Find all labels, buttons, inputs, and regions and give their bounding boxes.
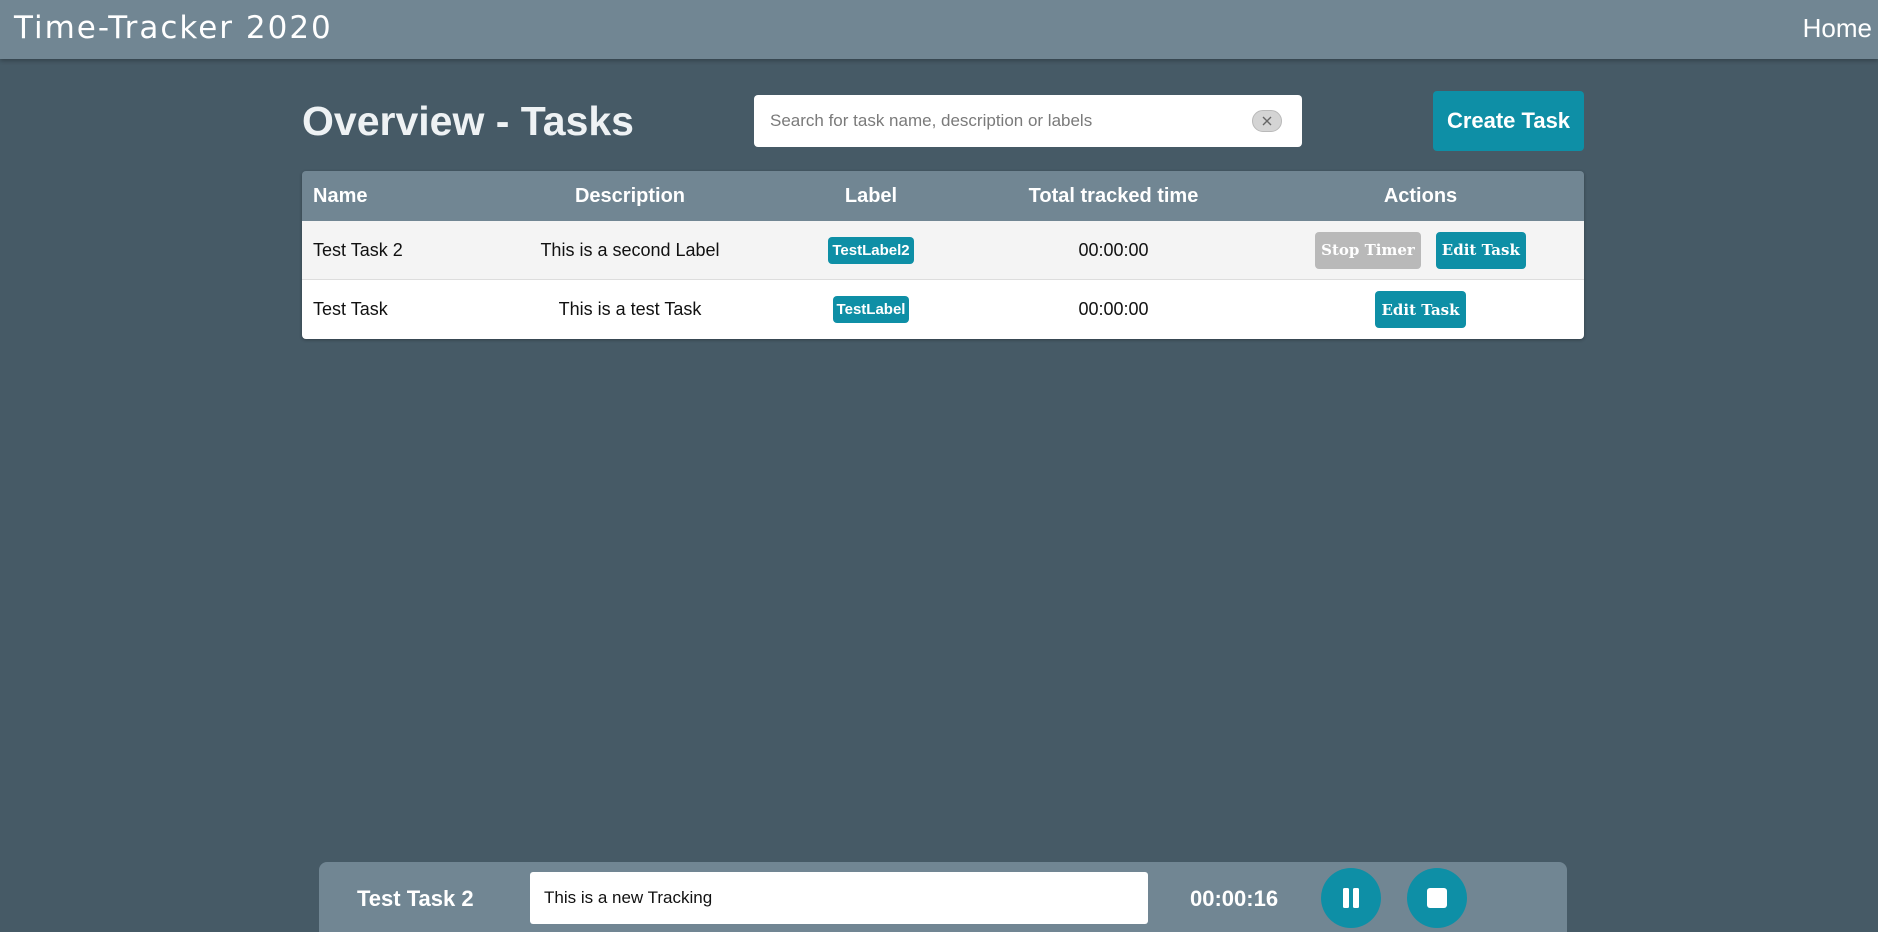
table-row: Test Task This is a test Task TestLabel … bbox=[302, 280, 1584, 339]
search-input[interactable] bbox=[768, 95, 1238, 147]
app-title[interactable]: Time-Tracker 2020 bbox=[14, 8, 333, 48]
stop-timer-button[interactable]: Stop Timer bbox=[1315, 231, 1421, 269]
page-title: Overview - Tasks bbox=[302, 98, 634, 144]
task-description: This is a test Task bbox=[558, 299, 702, 319]
pause-button[interactable] bbox=[1321, 868, 1381, 928]
label-cell: TestLabel bbox=[772, 296, 970, 323]
task-name: Test Task 2 bbox=[313, 239, 403, 260]
nav-home-link[interactable]: Home bbox=[1803, 10, 1872, 46]
top-navbar: Time-Tracker 2020 Home bbox=[0, 0, 1878, 59]
task-description: This is a second Label bbox=[540, 239, 720, 260]
stop-icon bbox=[1427, 888, 1447, 908]
search-box bbox=[754, 95, 1302, 147]
table-header: Name Description Label Total tracked tim… bbox=[302, 171, 1584, 221]
column-header-name: Name bbox=[313, 184, 368, 207]
stop-button[interactable] bbox=[1407, 868, 1467, 928]
actions-cell: Stop Timer Edit Task bbox=[1257, 231, 1584, 269]
edit-task-button[interactable]: Edit Task bbox=[1435, 231, 1526, 269]
task-name: Test Task bbox=[313, 299, 388, 319]
task-table: Name Description Label Total tracked tim… bbox=[302, 171, 1584, 339]
close-icon bbox=[1262, 116, 1272, 126]
label-badge[interactable]: TestLabel2 bbox=[828, 236, 914, 264]
clear-search-button[interactable] bbox=[1252, 110, 1282, 132]
actions-cell: Edit Task bbox=[1257, 291, 1584, 328]
tracking-description-input[interactable] bbox=[530, 872, 1148, 924]
task-total-time: 00:00:00 bbox=[1078, 239, 1149, 260]
column-header-description: Description bbox=[574, 184, 686, 207]
column-header-total-time: Total tracked time bbox=[1028, 184, 1199, 207]
pause-icon bbox=[1343, 888, 1359, 908]
column-header-actions: Actions bbox=[1383, 184, 1458, 207]
label-badge[interactable]: TestLabel bbox=[832, 296, 910, 323]
active-tracking-bar: Test Task 2 00:00:16 bbox=[319, 862, 1567, 932]
task-total-time: 00:00:00 bbox=[1078, 299, 1149, 319]
tracking-elapsed-time: 00:00:16 bbox=[1190, 886, 1279, 911]
tracking-task-name: Test Task 2 bbox=[357, 886, 474, 911]
create-task-button[interactable]: Create Task bbox=[1433, 91, 1584, 151]
column-header-label: Label bbox=[844, 184, 898, 207]
label-cell: TestLabel2 bbox=[772, 236, 970, 264]
edit-task-button[interactable]: Edit Task bbox=[1375, 291, 1466, 328]
table-row: Test Task 2 This is a second Label TestL… bbox=[302, 221, 1584, 280]
